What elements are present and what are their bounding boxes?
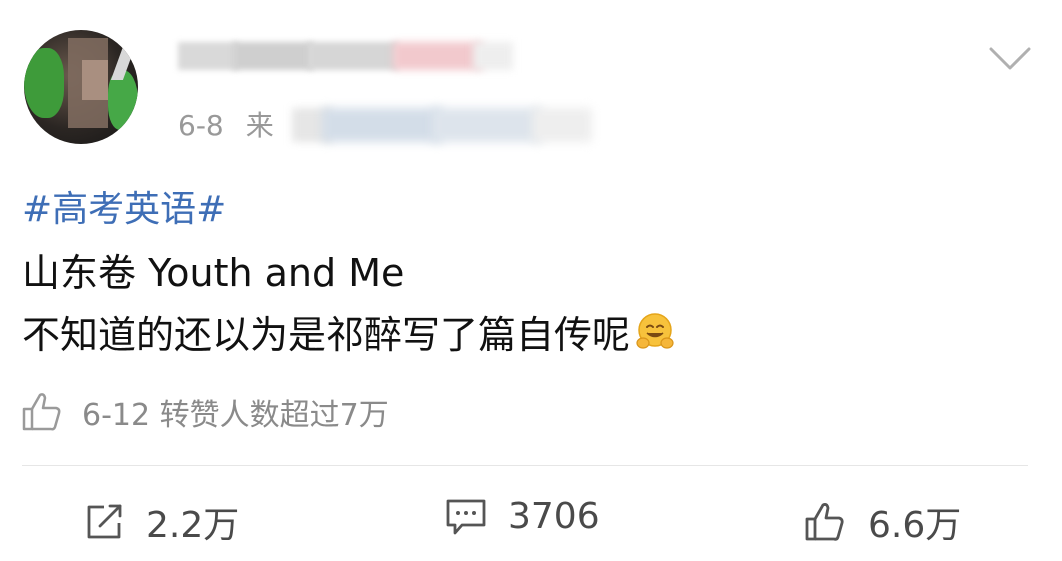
thumbs-up-icon	[805, 503, 844, 541]
like-count: 6.6万	[868, 505, 962, 546]
comment-icon	[446, 499, 486, 534]
comment-count: 3706	[508, 496, 600, 537]
repost-milestone: 6-12 转赞人数超过7万	[20, 390, 389, 434]
post-text-line: 不知道的还以为是祁醉写了篇自传呢	[22, 313, 631, 357]
avatar[interactable]	[24, 30, 138, 144]
hugging-face-emoji	[636, 312, 674, 349]
source-redacted	[292, 106, 592, 144]
chevron-down-icon[interactable]	[988, 46, 1032, 72]
source-prefix: 来	[245, 109, 274, 142]
like-button[interactable]: 6.6万	[802, 496, 961, 548]
post-meta: 6-8 来	[178, 104, 274, 144]
post-text-line: 山东卷 Youth and Me	[22, 251, 405, 295]
divider	[22, 465, 1028, 466]
post-text-line-container: 不知道的还以为是祁醉写了篇自传呢	[22, 304, 676, 359]
post-date: 6-8	[178, 109, 224, 142]
avatar-mosaic	[82, 60, 108, 100]
repost-count: 2.2万	[146, 505, 240, 546]
hashtag-link[interactable]: #高考英语#	[22, 180, 226, 232]
repost-icon	[87, 504, 122, 539]
repost-button[interactable]: 2.2万	[84, 496, 239, 548]
avatar-shape	[24, 48, 64, 118]
avatar-mosaic	[110, 30, 138, 80]
username-redacted[interactable]	[178, 36, 518, 76]
comment-button[interactable]: 3706	[444, 496, 600, 537]
repost-milestone-text: 6-12 转赞人数超过7万	[82, 398, 389, 433]
thumbs-up-icon	[22, 393, 61, 431]
